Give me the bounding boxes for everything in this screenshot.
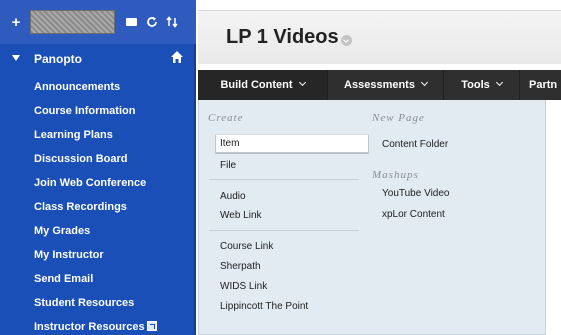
restricted-icon (146, 321, 157, 331)
sidebar-item-label: Discussion Board (34, 153, 128, 165)
sidebar-item-announcements[interactable]: Announcements (0, 75, 196, 99)
tab-label: Partn (529, 79, 558, 91)
sort-icon[interactable] (160, 10, 184, 34)
sidebar-item-my-grades[interactable]: My Grades (0, 219, 196, 243)
sidebar-item-label: Instructor Resources (34, 321, 145, 333)
page-title: LP 1 Videos (226, 26, 339, 48)
sidebar-item-label: My Instructor (34, 249, 104, 261)
sidebar-item-label: Class Recordings (34, 201, 127, 213)
menu-item-course-link[interactable]: Course Link (220, 241, 273, 252)
home-icon[interactable] (170, 50, 184, 64)
sidebar-nav-list: Announcements Course Information Learnin… (0, 75, 196, 335)
sidebar-section-header[interactable]: Panopto (0, 50, 196, 72)
sidebar-toolbar: + (0, 0, 196, 44)
menu-item-audio[interactable]: Audio (220, 191, 246, 202)
sidebar-item-label: Send Email (34, 273, 94, 285)
sidebar-item-my-instructor[interactable]: My Instructor (0, 243, 196, 267)
menu-item-item[interactable]: Item (215, 134, 369, 153)
collapse-caret-icon[interactable] (12, 55, 20, 61)
tab-label: Tools (461, 79, 490, 91)
content-action-bar: Build Content Assessments Tools Partn (198, 70, 561, 100)
sidebar-item-label: Course Information (34, 105, 136, 117)
tab-label: Assessments (344, 79, 415, 91)
tools-tab[interactable]: Tools (444, 70, 520, 100)
page-title-bar: LP 1 Videos (198, 10, 561, 64)
sidebar-item-label: Announcements (34, 81, 121, 93)
sidebar-item-discussion-board[interactable]: Discussion Board (0, 147, 196, 171)
sidebar-item-class-recordings[interactable]: Class Recordings (0, 195, 196, 219)
sidebar-item-send-email[interactable]: Send Email (0, 267, 196, 291)
menu-item-content-folder[interactable]: Content Folder (382, 139, 448, 150)
sidebar-item-student-resources[interactable]: Student Resources (0, 291, 196, 315)
build-content-menu: Create New Page Item File Content Folder… (198, 100, 546, 335)
sidebar-item-learning-plans[interactable]: Learning Plans (0, 123, 196, 147)
assessments-tab[interactable]: Assessments (328, 70, 444, 100)
sidebar-item-course-information[interactable]: Course Information (0, 99, 196, 123)
course-sidebar: + Panopto Announcements Course Informati… (0, 0, 196, 335)
menu-item-lippincott-the-point[interactable]: Lippincott The Point (220, 301, 308, 312)
build-content-tab[interactable]: Build Content (198, 70, 328, 100)
chevron-down-icon (420, 78, 429, 87)
sidebar-item-instructor-resources[interactable]: Instructor Resources (0, 315, 196, 335)
menu-item-xplor-content[interactable]: xpLor Content (382, 209, 445, 220)
new-page-section-header: New Page (372, 112, 425, 124)
add-menu-item-icon[interactable]: + (4, 10, 28, 34)
create-section-header: Create (208, 112, 244, 124)
sidebar-item-join-web-conference[interactable]: Join Web Conference (0, 171, 196, 195)
mashups-section-header: Mashups (372, 169, 419, 181)
main-content: LP 1 Videos Build Content Assessments To… (198, 0, 561, 335)
tab-label: Build Content (220, 79, 293, 91)
partner-content-tab[interactable]: Partn (520, 70, 561, 100)
title-options-icon[interactable] (341, 35, 352, 46)
chevron-down-icon (298, 78, 306, 87)
menu-divider (209, 179, 359, 180)
sidebar-item-label: Join Web Conference (34, 177, 147, 189)
menu-divider (209, 230, 359, 231)
menu-item-web-link[interactable]: Web Link (220, 210, 262, 221)
chevron-down-icon (495, 78, 503, 87)
sidebar-item-label: Student Resources (34, 297, 135, 309)
sidebar-search-field[interactable] (30, 10, 115, 34)
sidebar-item-label: My Grades (34, 225, 91, 237)
menu-item-wids-link[interactable]: WIDS Link (220, 281, 267, 292)
sidebar-section-title: Panopto (34, 52, 82, 66)
sidebar-item-label: Learning Plans (34, 129, 113, 141)
menu-item-file[interactable]: File (220, 160, 236, 171)
menu-item-sherpath[interactable]: Sherpath (220, 261, 261, 272)
menu-item-youtube-video[interactable]: YouTube Video (382, 188, 449, 199)
